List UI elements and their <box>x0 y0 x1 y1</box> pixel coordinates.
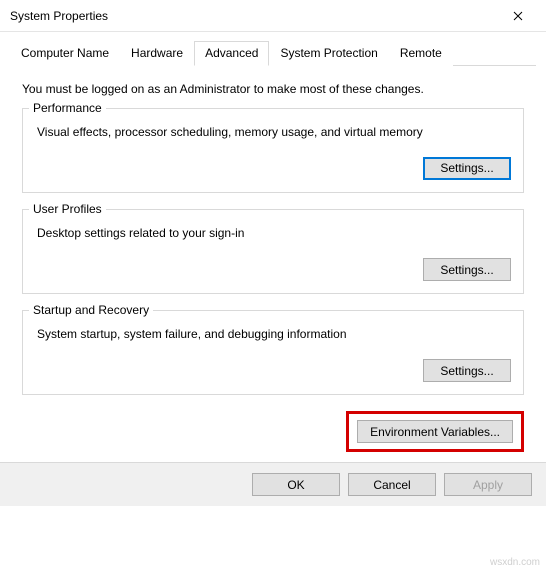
tab-hardware[interactable]: Hardware <box>120 41 194 66</box>
tab-advanced[interactable]: Advanced <box>194 41 269 66</box>
ok-button[interactable]: OK <box>252 473 340 496</box>
group-legend-performance: Performance <box>29 101 106 115</box>
performance-desc: Visual effects, processor scheduling, me… <box>37 125 511 139</box>
apply-button[interactable]: Apply <box>444 473 532 496</box>
watermark: wsxdn.com <box>490 557 540 568</box>
tab-system-protection[interactable]: System Protection <box>269 41 388 66</box>
tab-strip: Computer Name Hardware Advanced System P… <box>10 40 536 66</box>
performance-settings-button[interactable]: Settings... <box>423 157 511 180</box>
group-startup-recovery: Startup and Recovery System startup, sys… <box>22 310 524 395</box>
startup-recovery-settings-button[interactable]: Settings... <box>423 359 511 382</box>
titlebar: System Properties <box>0 0 546 32</box>
env-vars-highlight: Environment Variables... <box>346 411 524 452</box>
user-profiles-desc: Desktop settings related to your sign-in <box>37 226 511 240</box>
group-legend-startup-recovery: Startup and Recovery <box>29 303 153 317</box>
admin-note: You must be logged on as an Administrato… <box>22 82 524 96</box>
user-profiles-settings-button[interactable]: Settings... <box>423 258 511 281</box>
cancel-button[interactable]: Cancel <box>348 473 436 496</box>
tab-content-advanced: You must be logged on as an Administrato… <box>0 66 546 395</box>
dialog-footer: OK Cancel Apply <box>0 462 546 506</box>
environment-variables-button[interactable]: Environment Variables... <box>357 420 513 443</box>
env-vars-row: Environment Variables... <box>22 411 524 452</box>
startup-recovery-desc: System startup, system failure, and debu… <box>37 327 511 341</box>
close-icon <box>513 11 523 21</box>
window-title: System Properties <box>10 9 498 23</box>
tab-remote[interactable]: Remote <box>389 41 453 66</box>
tab-computer-name[interactable]: Computer Name <box>10 41 120 66</box>
group-user-profiles: User Profiles Desktop settings related t… <box>22 209 524 294</box>
close-button[interactable] <box>498 2 538 30</box>
group-performance: Performance Visual effects, processor sc… <box>22 108 524 193</box>
group-legend-user-profiles: User Profiles <box>29 202 106 216</box>
